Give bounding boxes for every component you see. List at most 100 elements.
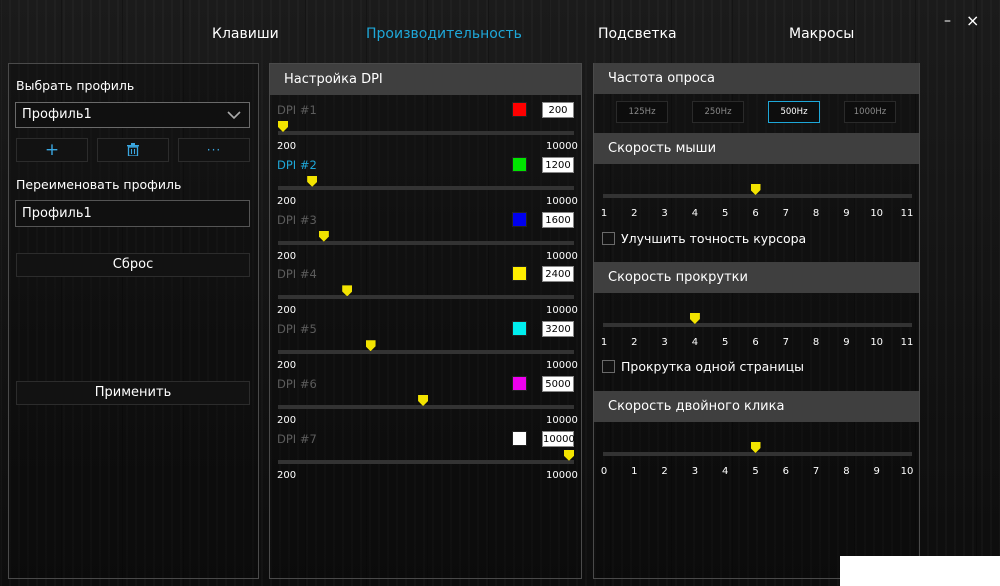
polling-rate-option[interactable]: 125Hz — [616, 101, 668, 123]
slider-tick-label: 0 — [600, 466, 608, 477]
dpi-max-label: 10000 — [546, 415, 578, 426]
dpi-color-swatch[interactable] — [512, 211, 527, 227]
polling-rate-option[interactable]: 500Hz — [768, 101, 820, 123]
dpi-min-label: 200 — [277, 469, 297, 481]
reset-button[interactable]: Сброс — [16, 253, 250, 277]
dpi-value-input[interactable]: 3200 — [542, 321, 574, 338]
slider-tick-label: 5 — [752, 466, 759, 477]
dpi-slider-track[interactable] — [278, 131, 574, 135]
slider-tick-label: 4 — [691, 208, 699, 219]
slider-tick-label: 10 — [900, 466, 914, 477]
dpi-value-input[interactable]: 1600 — [542, 211, 574, 228]
minimize-icon[interactable]: – — [944, 11, 951, 31]
dpi-level-label[interactable]: DPI #5 — [277, 322, 317, 336]
dpi-min-label: 200 — [277, 250, 297, 262]
dpi-color-swatch[interactable] — [512, 266, 527, 282]
slider-tick-label: 4 — [691, 337, 699, 348]
slider-tick-label: 7 — [782, 208, 789, 219]
dpi-slider-track[interactable] — [278, 459, 574, 464]
slider-tick-label: 6 — [752, 208, 759, 219]
dpi-color-swatch[interactable] — [512, 102, 527, 117]
slider-tick-label: 3 — [661, 208, 668, 219]
dpi-max-label: 10000 — [546, 195, 578, 207]
dpi-color-swatch[interactable] — [512, 430, 527, 446]
double-click-header: Скорость двойного клика — [594, 391, 919, 422]
rename-profile-input[interactable]: Профиль1 — [15, 200, 250, 227]
dpi-level-label[interactable]: DPI #3 — [277, 213, 317, 227]
slider-tick-label: 2 — [631, 208, 638, 219]
slider-tick-label: 9 — [843, 208, 850, 219]
slider-tick-label: 9 — [843, 337, 850, 348]
dpi-value-input[interactable]: 2400 — [542, 266, 574, 283]
single-page-scroll-checkbox[interactable] — [602, 360, 615, 373]
slider-tick-label: 4 — [722, 466, 729, 477]
slider-tick-label: 9 — [873, 466, 880, 477]
slider-tick-label: 7 — [812, 466, 820, 477]
dpi-level-label[interactable]: DPI #6 — [277, 377, 317, 391]
dpi-min-label: 200 — [277, 415, 297, 426]
slider-tick-label: 5 — [722, 208, 729, 219]
slider-tick-label: 8 — [812, 337, 820, 348]
cursor-precision-label: Улучшить точность курсора — [621, 231, 807, 246]
double-click-track[interactable] — [603, 452, 912, 456]
close-icon[interactable]: × — [966, 11, 979, 31]
slider-tick-label: 11 — [900, 208, 914, 219]
dpi-color-swatch[interactable] — [512, 321, 527, 337]
single-page-scroll-label: Прокрутка одной страницы — [621, 359, 804, 374]
dpi-slider-track[interactable] — [278, 405, 574, 409]
polling-rate-option[interactable]: 250Hz — [692, 101, 744, 123]
profile-select[interactable]: Профиль1 — [15, 102, 250, 128]
dpi-level-label[interactable]: DPI #1 — [277, 103, 317, 117]
slider-tick-label: 5 — [722, 337, 729, 348]
dpi-min-label: 200 — [277, 360, 297, 372]
plus-icon: + — [44, 140, 60, 160]
dpi-level-label[interactable]: DPI #7 — [277, 432, 317, 446]
dpi-slider-track[interactable] — [278, 185, 574, 190]
slider-tick-label: 3 — [661, 337, 668, 348]
tab-performance[interactable]: Производительность — [366, 26, 522, 42]
dpi-slider-track[interactable] — [278, 240, 574, 245]
slider-tick-label: 10 — [870, 337, 884, 348]
polling-rate-option[interactable]: 1000Hz — [844, 101, 896, 123]
dpi-max-label: 10000 — [546, 360, 578, 372]
slider-tick-label: 8 — [843, 466, 850, 477]
scroll-speed-track[interactable] — [603, 323, 912, 327]
dpi-min-label: 200 — [277, 141, 297, 152]
dpi-color-swatch[interactable] — [512, 156, 527, 172]
dpi-max-label: 10000 — [546, 250, 578, 262]
dpi-min-label: 200 — [277, 305, 297, 317]
slider-tick-label: 11 — [900, 337, 914, 348]
dpi-slider-track[interactable] — [278, 295, 574, 300]
more-options-button[interactable]: ··· — [178, 138, 250, 162]
profile-select-value: Профиль1 — [22, 107, 92, 122]
tab-macros[interactable]: Макросы — [789, 26, 854, 42]
trash-icon — [127, 142, 139, 158]
dpi-color-swatch[interactable] — [512, 376, 527, 391]
scroll-speed-header: Скорость прокрутки — [594, 262, 919, 293]
apply-button[interactable]: Применить — [16, 381, 250, 405]
dpi-panel: Настройка DPI — [269, 63, 582, 579]
delete-profile-button[interactable] — [97, 138, 169, 162]
cursor-precision-checkbox[interactable] — [602, 232, 615, 245]
dpi-value-input[interactable]: 200 — [542, 102, 574, 118]
dpi-level-label[interactable]: DPI #2 — [277, 158, 317, 172]
dpi-max-label: 10000 — [546, 141, 578, 152]
more-icon: ··· — [206, 143, 222, 157]
rename-profile-label: Переименовать профиль — [16, 177, 182, 192]
slider-tick-label: 2 — [661, 466, 668, 477]
dpi-slider-track[interactable] — [278, 350, 574, 355]
slider-tick-label: 1 — [600, 208, 608, 219]
slider-tick-label: 2 — [631, 337, 638, 348]
slider-tick-label: 10 — [870, 208, 884, 219]
slider-tick-label: 3 — [691, 466, 699, 477]
tab-lighting[interactable]: Подсветка — [598, 26, 677, 42]
mouse-speed-header: Скорость мыши — [594, 133, 919, 164]
dpi-value-input[interactable]: 1200 — [542, 156, 574, 173]
slider-tick-label: 1 — [631, 466, 638, 477]
add-profile-button[interactable]: + — [16, 138, 88, 162]
dpi-level-label[interactable]: DPI #4 — [277, 267, 317, 281]
dpi-value-input[interactable]: 5000 — [542, 376, 574, 392]
mouse-speed-track[interactable] — [603, 194, 912, 198]
dpi-value-input[interactable]: 10000 — [542, 430, 575, 447]
tab-keys[interactable]: Клавиши — [212, 26, 279, 42]
